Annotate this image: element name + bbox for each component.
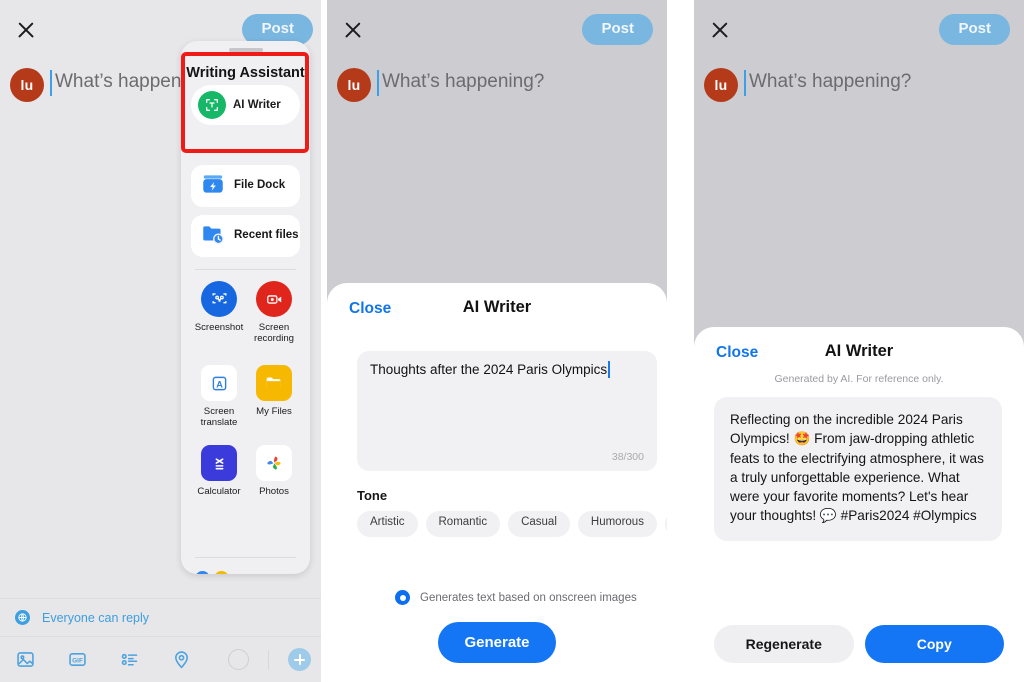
compose-placeholder[interactable]: What’s happening?: [749, 71, 911, 93]
copy-button[interactable]: Copy: [864, 625, 1004, 663]
sheet-title: AI Writer: [462, 298, 532, 316]
divider: [195, 269, 296, 270]
my-files-icon: [256, 365, 292, 401]
tone-chip[interactable]: Romantic: [425, 511, 501, 537]
panel-ai-writer-input: Post lu What’s happening? Close AI Write…: [327, 0, 667, 682]
file-dock-icon: [200, 171, 226, 202]
screen-recording-icon: [256, 281, 292, 317]
onscreen-images-label: Generates text based on onscreen images: [420, 591, 637, 604]
recent-files-icon: [200, 221, 226, 252]
sheet-header: Close AI Writer: [327, 283, 667, 335]
writing-assistant-side-sheet: Writing Assistant AI Writer File Dock Re…: [181, 41, 310, 574]
gif-icon[interactable]: GIF: [64, 647, 90, 673]
ai-writer-result-sheet: Close AI Writer Generated by AI. For ref…: [694, 327, 1024, 682]
poll-icon[interactable]: [116, 647, 142, 673]
regenerate-button[interactable]: Regenerate: [714, 625, 854, 663]
post-button[interactable]: Post: [582, 14, 653, 45]
divider: [268, 649, 269, 670]
side-sheet-tile-label: Recent files: [234, 229, 299, 242]
app-photos[interactable]: Photos: [242, 445, 306, 497]
result-actions: Regenerate Copy: [714, 625, 1004, 663]
tone-chip[interactable]: Humorous: [577, 511, 657, 537]
reply-permission-row[interactable]: Everyone can reply: [0, 598, 327, 637]
tone-chip-list[interactable]: ArtisticRomanticCasualHumorousEmo: [357, 511, 667, 537]
divider: [195, 557, 296, 558]
screenshot-stage: Post lu What’s happenin Writing Assistan…: [0, 0, 1024, 682]
sheet-header: Close AI Writer Generated by AI. For ref…: [694, 327, 1024, 385]
app-label: Photos: [259, 486, 289, 497]
generate-button[interactable]: Generate: [438, 622, 556, 663]
sheet-grabber[interactable]: [228, 48, 263, 52]
app-label: Screen recording: [254, 322, 294, 345]
side-sheet-tile-recent-files[interactable]: Recent files: [191, 215, 300, 257]
text-caret: [50, 70, 52, 96]
ai-writer-entry[interactable]: AI Writer: [191, 85, 300, 125]
compose-header-3: Post: [694, 0, 1024, 58]
location-icon[interactable]: [168, 647, 194, 673]
compose-header-2: Post: [327, 0, 667, 58]
side-sheet-tile-file-dock[interactable]: File Dock: [191, 165, 300, 207]
avatar[interactable]: lu: [704, 68, 738, 102]
avatar[interactable]: lu: [10, 68, 44, 102]
close-icon[interactable]: [341, 18, 365, 42]
compose-row-2: lu What’s happening?: [327, 62, 667, 118]
close-icon[interactable]: [708, 18, 732, 42]
panel-divider-2: [667, 0, 673, 682]
mini-app-icon-2[interactable]: [214, 571, 229, 574]
app-label: My Files: [256, 406, 292, 417]
ai-writer-sheet: Close AI Writer Thoughts after the 2024 …: [327, 283, 667, 682]
image-icon[interactable]: [12, 647, 38, 673]
mini-app-icon-1[interactable]: [195, 571, 210, 574]
text-caret: [608, 361, 610, 378]
photos-icon: [256, 445, 292, 481]
svg-text:GIF: GIF: [72, 657, 83, 664]
compose-placeholder[interactable]: What’s happenin: [55, 71, 196, 93]
onscreen-images-option[interactable]: Generates text based on onscreen images: [395, 590, 637, 605]
prompt-input-value: Thoughts after the 2024 Paris Olympics: [370, 362, 608, 377]
compose-toolbar: GIF: [0, 637, 327, 682]
tone-chip[interactable]: Artistic: [357, 511, 418, 537]
screen-translate-icon: A: [201, 365, 237, 401]
text-caret: [744, 70, 746, 96]
panel-ai-writer-result: Post lu What’s happening? Close AI Write…: [694, 0, 1024, 682]
tone-label: Tone: [357, 488, 388, 503]
close-icon[interactable]: [14, 18, 38, 42]
post-button[interactable]: Post: [939, 14, 1010, 45]
compose-row-3: lu What’s happening?: [694, 62, 1024, 118]
panel-compose-with-side-sheet: Post lu What’s happenin Writing Assistan…: [0, 0, 327, 682]
side-sheet-tile-label: File Dock: [234, 179, 286, 192]
avatar[interactable]: lu: [337, 68, 371, 102]
tone-chip[interactable]: Casual: [508, 511, 570, 537]
reply-permission-label: Everyone can reply: [42, 610, 150, 625]
section-title-writing-assistant: Writing Assistant: [186, 65, 305, 81]
sheet-title: AI Writer: [824, 342, 894, 360]
post-button[interactable]: Post: [242, 14, 313, 45]
plus-icon[interactable]: [288, 648, 311, 671]
compose-placeholder[interactable]: What’s happening?: [382, 71, 544, 93]
progress-ring-icon: [228, 649, 249, 670]
generated-text-box[interactable]: Reflecting on the incredible 2024 Paris …: [714, 397, 1002, 541]
app-screen-recording[interactable]: Screen recording: [242, 281, 306, 344]
calculator-icon: [201, 445, 237, 481]
screenshot-icon: [201, 281, 237, 317]
prompt-input[interactable]: Thoughts after the 2024 Paris Olympics 3…: [357, 351, 657, 471]
svg-text:A: A: [216, 379, 223, 389]
text-caret: [377, 70, 379, 96]
globe-icon: [15, 610, 30, 625]
radio-selected-icon[interactable]: [395, 590, 410, 605]
char-counter: 38/300: [611, 451, 644, 463]
app-my-files[interactable]: My Files: [242, 365, 306, 417]
sheet-disclaimer: Generated by AI. For reference only.: [774, 373, 944, 385]
ai-writer-icon: [198, 91, 226, 119]
mini-app-shortcuts[interactable]: [195, 571, 251, 574]
ai-writer-label: AI Writer: [233, 99, 281, 111]
generated-text: Reflecting on the incredible 2024 Paris …: [730, 412, 984, 524]
